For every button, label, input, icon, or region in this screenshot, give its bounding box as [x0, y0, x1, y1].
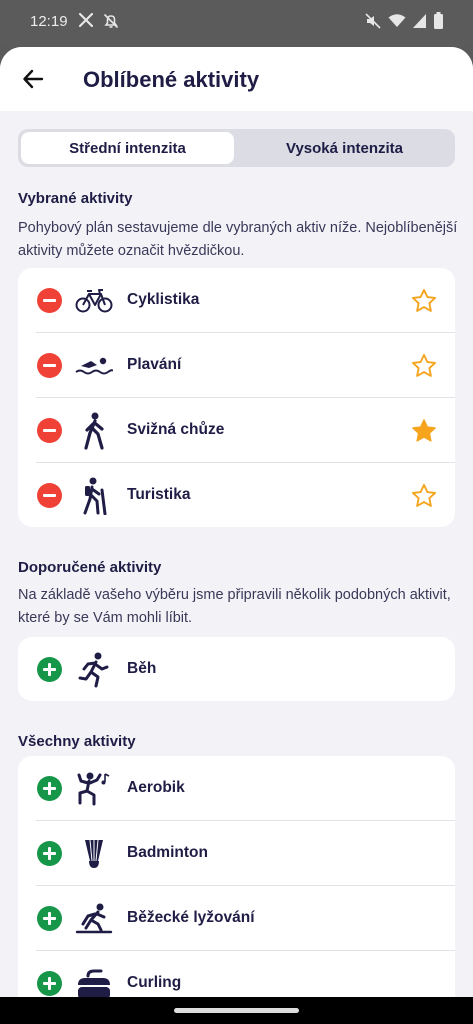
- home-gesture-handle[interactable]: [174, 1008, 299, 1013]
- star-outline-icon[interactable]: [410, 287, 438, 315]
- list-item: Badminton: [18, 821, 455, 886]
- swimming-icon: [75, 347, 113, 385]
- list-item: Aerobik: [18, 756, 455, 821]
- star-outline-icon[interactable]: [410, 482, 438, 510]
- activity-label: Cyklistika: [127, 291, 200, 308]
- back-button[interactable]: [18, 66, 48, 96]
- all-section-title: Všechny aktivity: [18, 733, 136, 750]
- intensity-segmented-control: Střední intenzita Vysoká intenzita: [18, 129, 455, 167]
- wifi-icon: [388, 13, 406, 34]
- battery-icon: [434, 12, 443, 34]
- all-activities-card: Aerobik Badminton Běžecké lyžování Curli…: [18, 756, 455, 997]
- bicycle-icon: [75, 282, 113, 320]
- activity-label: Svižná chůze: [127, 421, 225, 438]
- recommended-section-description: Na základě vašeho výběru jsme připravili…: [18, 587, 451, 626]
- page-title: Oblíbené aktivity: [83, 67, 260, 92]
- list-item: Cyklistika: [18, 268, 455, 333]
- add-button[interactable]: [37, 971, 62, 996]
- add-button[interactable]: [37, 657, 62, 682]
- selected-section-title: Vybrané aktivity: [18, 190, 133, 207]
- activity-label: Plavání: [127, 356, 182, 373]
- running-icon: [75, 651, 113, 689]
- walking-icon: [75, 412, 113, 450]
- hiking-icon: [75, 477, 113, 515]
- list-item: Plavání: [18, 333, 455, 398]
- remove-button[interactable]: [37, 483, 62, 508]
- status-bar: 12:19: [0, 0, 473, 46]
- do-not-disturb-icon: [365, 12, 381, 34]
- favorite-activities-sheet: Oblíbené aktivity Střední intenzita Vyso…: [0, 47, 473, 997]
- list-item: Svižná chůze: [18, 398, 455, 463]
- activity-label: Curling: [127, 974, 182, 991]
- activity-label: Badminton: [127, 844, 208, 861]
- activity-label: Aerobik: [127, 779, 185, 796]
- remove-button[interactable]: [37, 418, 62, 443]
- star-filled-icon[interactable]: [410, 417, 438, 445]
- x-logo-icon: [78, 12, 94, 35]
- add-button[interactable]: [37, 776, 62, 801]
- add-button[interactable]: [37, 841, 62, 866]
- list-item: Běžecké lyžování: [18, 886, 455, 951]
- remove-button[interactable]: [37, 288, 62, 313]
- list-item: Turistika: [18, 463, 455, 527]
- cellular-icon: [413, 13, 427, 34]
- add-button[interactable]: [37, 906, 62, 931]
- list-item: Běh: [18, 637, 455, 701]
- top-app-bar: Oblíbené aktivity: [0, 47, 473, 111]
- aerobics-icon: [75, 770, 113, 808]
- star-outline-icon[interactable]: [410, 352, 438, 380]
- list-item: Curling: [18, 951, 455, 997]
- shuttlecock-icon: [75, 835, 113, 873]
- activity-label: Běžecké lyžování: [127, 909, 255, 926]
- selected-section-description: Pohybový plán sestavujeme dle vybraných …: [18, 220, 458, 259]
- recommended-section-title: Doporučené aktivity: [18, 559, 162, 576]
- selected-activities-card: Cyklistika Plavání Svižná chůze Turistik…: [18, 268, 455, 527]
- status-time: 12:19: [30, 13, 68, 30]
- recommended-activities-card: Běh: [18, 637, 455, 701]
- notifications-off-icon: [102, 12, 120, 35]
- system-navigation-bar: [0, 997, 473, 1024]
- activity-label: Turistika: [127, 486, 191, 503]
- cross-country-skiing-icon: [75, 900, 113, 938]
- tab-high-intensity[interactable]: Vysoká intenzita: [237, 132, 452, 164]
- activity-label: Běh: [127, 660, 157, 677]
- remove-button[interactable]: [37, 353, 62, 378]
- tab-medium-intensity[interactable]: Střední intenzita: [21, 132, 234, 164]
- curling-stone-icon: [75, 965, 113, 997]
- arrow-left-icon: [22, 69, 44, 94]
